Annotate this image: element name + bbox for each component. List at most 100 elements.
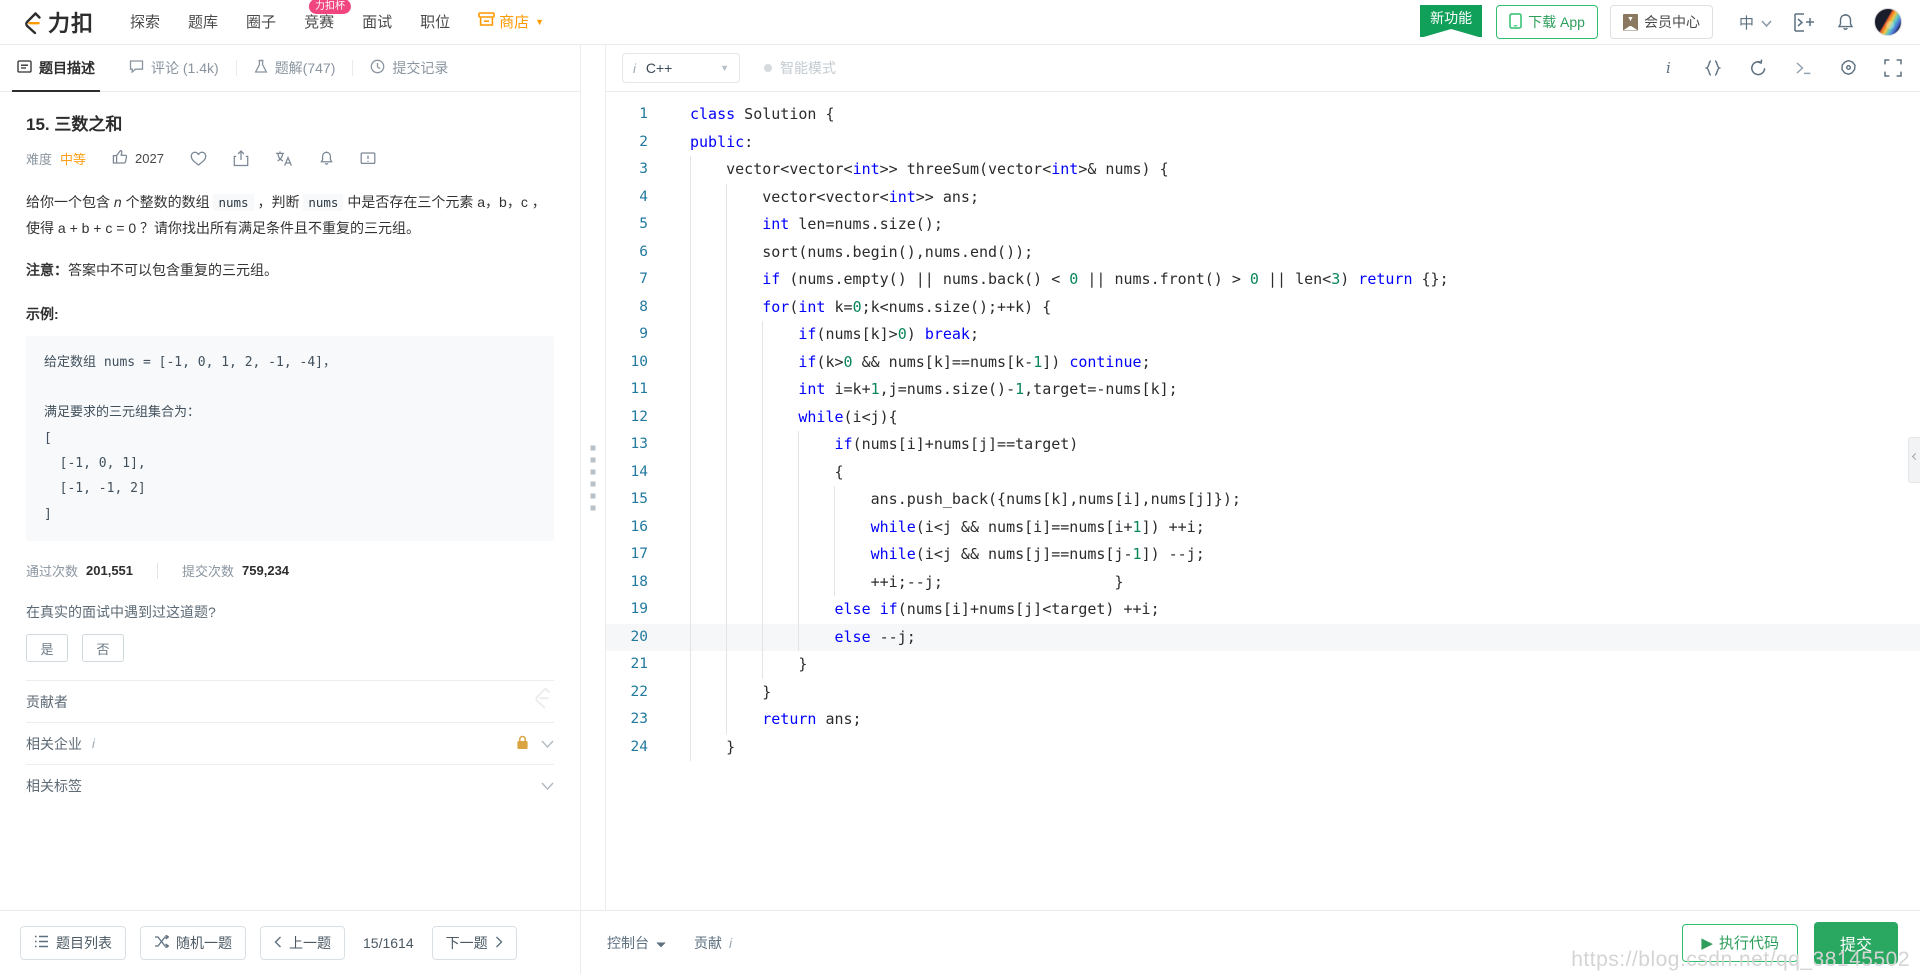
code-line[interactable]: 9 if(nums[k]>0) break;: [606, 321, 1920, 349]
code-line[interactable]: 18 ++i;--j; }: [606, 568, 1920, 596]
reset-code-icon[interactable]: [1749, 59, 1768, 77]
vip-center-button[interactable]: 会员中心: [1609, 5, 1713, 39]
code-line[interactable]: 15 ans.push_back({nums[k],nums[i],nums[j…: [606, 486, 1920, 514]
submit-button[interactable]: 提交: [1813, 921, 1898, 964]
smart-mode-toggle[interactable]: 智能模式: [764, 58, 836, 78]
user-avatar[interactable]: [1874, 8, 1902, 36]
contribute-link[interactable]: 贡献 i: [694, 933, 732, 953]
nav-item-explore[interactable]: 探索: [116, 0, 174, 45]
info-icon[interactable]: i: [729, 935, 732, 951]
indent-guide: [762, 458, 763, 486]
prev-problem-button[interactable]: 上一题: [260, 925, 345, 960]
code-token: ++i;--j; }: [690, 572, 1124, 591]
code-token: --j;: [870, 627, 916, 646]
accordion-tags[interactable]: 相关标签: [26, 764, 554, 806]
problem-stats: 通过次数 201,551 提交次数 759,234: [26, 561, 554, 580]
nav-item-shop[interactable]: 商店 ▼: [464, 0, 558, 45]
editor-side-handle[interactable]: [1908, 437, 1920, 483]
info-icon[interactable]: i: [1661, 59, 1677, 77]
panel-splitter[interactable]: [580, 45, 606, 910]
nav-item-circle[interactable]: 圈子: [232, 0, 290, 45]
code-line[interactable]: 19 else if(nums[i]+nums[j]<target) ++i;: [606, 596, 1920, 624]
lock-icon: [516, 735, 529, 753]
indent-guide: [798, 486, 799, 514]
list-icon: [34, 935, 49, 951]
code-line[interactable]: 13 if(nums[i]+nums[j]==target): [606, 431, 1920, 459]
indent-guide: [726, 651, 727, 679]
accordion-contributors[interactable]: 贡献者: [26, 680, 554, 722]
leetcode-watermark-icon: [528, 684, 554, 710]
console-toggle[interactable]: 控制台: [607, 933, 666, 953]
code-line[interactable]: 1 class Solution {: [606, 101, 1920, 129]
tab-solutions[interactable]: 题解(747): [237, 45, 353, 91]
language-select[interactable]: i C++ ▼: [622, 53, 740, 83]
accordion-companies[interactable]: 相关企业 i: [26, 722, 554, 764]
tab-comments[interactable]: 评论 (1.4k): [112, 45, 236, 91]
random-problem-button[interactable]: 随机一题: [140, 925, 246, 960]
code-token: 1: [1033, 352, 1043, 371]
code-line-text: {: [668, 458, 844, 486]
code-line[interactable]: 5 int len=nums.size();: [606, 211, 1920, 239]
console-icon[interactable]: [1794, 60, 1813, 76]
answer-yes-button[interactable]: 是: [26, 634, 68, 663]
fullscreen-icon[interactable]: [1884, 59, 1902, 77]
code-line[interactable]: 8 for(int k=0;k<nums.size();++k) {: [606, 293, 1920, 321]
format-braces-icon[interactable]: [1703, 59, 1723, 77]
code-line[interactable]: 16 while(i<j && nums[i]==nums[i+1]) ++i;: [606, 513, 1920, 541]
code-token: ans.push_back({nums[k],nums[i],nums[j]})…: [690, 490, 1241, 508]
code-line[interactable]: 21 }: [606, 651, 1920, 679]
info-icon[interactable]: i: [92, 736, 95, 751]
favorite-heart-icon[interactable]: [190, 151, 207, 167]
nav-item-contest[interactable]: 力扣杯 竞赛: [290, 0, 351, 45]
next-problem-button[interactable]: 下一题: [431, 925, 517, 960]
feedback-icon[interactable]: [360, 151, 376, 167]
code-editor[interactable]: 1 class Solution {2 public: 3 vector<vector…: [606, 92, 1920, 910]
code-line[interactable]: 6 sort(nums.begin(),nums.end());: [606, 238, 1920, 266]
line-number: 21: [630, 656, 648, 672]
code-line[interactable]: 24 }: [606, 733, 1920, 761]
code-line[interactable]: 4 vector<vector<int>> ans;: [606, 183, 1920, 211]
code-line[interactable]: 2 public:: [606, 129, 1920, 157]
notification-bell-icon[interactable]: [1837, 13, 1854, 32]
indent-guide: [690, 458, 691, 486]
code-lines[interactable]: 1 class Solution {2 public: 3 vector<vector…: [606, 92, 1920, 761]
code-line-text: while(i<j){: [668, 403, 898, 431]
code-line[interactable]: 20 else --j;: [606, 623, 1920, 651]
code-line[interactable]: 23 return ans;: [606, 706, 1920, 734]
playground-icon[interactable]: [1794, 12, 1815, 32]
code-line[interactable]: 10 if(k>0 && nums[k]==nums[k-1]) continu…: [606, 348, 1920, 376]
settings-gear-icon[interactable]: [1839, 59, 1858, 78]
code-line[interactable]: 11 int i=k+1,j=nums.size()-1,target=-num…: [606, 376, 1920, 404]
problem-list-button[interactable]: 题目列表: [20, 925, 126, 960]
nav-item-jobs[interactable]: 职位: [406, 0, 464, 45]
translate-icon[interactable]: [275, 150, 293, 167]
nav-item-problems[interactable]: 题库: [174, 0, 232, 45]
code-line[interactable]: 17 while(i<j && nums[j]==nums[j-1]) --j;: [606, 541, 1920, 569]
problem-panel: 题目描述 评论 (1.4k) 题解(747) 提交记录 15. 三数之和 难度 …: [0, 45, 580, 910]
download-app-button[interactable]: 下载 App: [1496, 5, 1598, 39]
indent-guide: [690, 623, 691, 651]
run-code-button[interactable]: ▶ 执行代码: [1682, 923, 1798, 962]
code-line-text: class Solution {: [668, 101, 835, 129]
code-line[interactable]: 3 vector<vector<int>> threeSum(vector<in…: [606, 156, 1920, 184]
nav-item-interview[interactable]: 面试: [348, 0, 406, 45]
nav-label: 圈子: [246, 13, 277, 31]
leetcode-logo[interactable]: 力扣: [18, 6, 94, 38]
code-line[interactable]: 22 }: [606, 678, 1920, 706]
share-icon[interactable]: [233, 150, 249, 167]
tab-description[interactable]: 题目描述: [0, 45, 112, 92]
language-switcher[interactable]: 中: [1739, 12, 1772, 33]
code-line[interactable]: 12 while(i<j){: [606, 403, 1920, 431]
code-line-text: else --j;: [668, 623, 916, 651]
chevron-right-icon: [495, 935, 503, 951]
code-line[interactable]: 14 {: [606, 458, 1920, 486]
subscribe-bell-icon[interactable]: [319, 150, 334, 167]
code-token: ans;: [816, 710, 862, 728]
problem-description: 给你一个包含 n 个整数的数组 nums ，判断 nums 中是否存在三个元素 …: [26, 190, 554, 242]
accepted-label: 通过次数: [26, 564, 79, 580]
indent-guide: [834, 513, 835, 541]
code-line[interactable]: 7 if (nums.empty() || nums.back() < 0 ||…: [606, 266, 1920, 294]
tab-submissions[interactable]: 提交记录: [353, 45, 465, 91]
like-button[interactable]: 2027: [112, 149, 164, 168]
answer-no-button[interactable]: 否: [82, 634, 124, 663]
